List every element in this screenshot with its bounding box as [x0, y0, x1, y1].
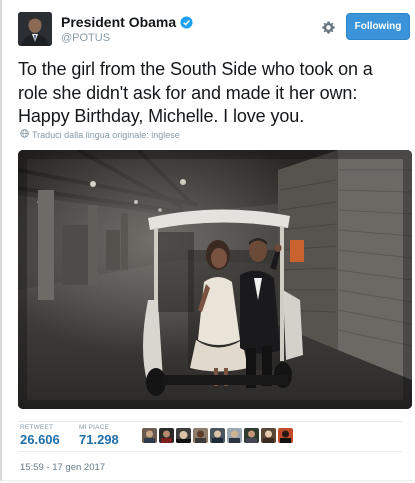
liker-avatar[interactable] [193, 428, 208, 443]
translate-link[interactable]: Traduci dalla lingua originale: inglese [20, 129, 180, 140]
globe-icon [20, 129, 29, 140]
tweet-card: President Obama @POTUS Following To the … [0, 0, 413, 481]
translate-label: Traduci dalla lingua originale: inglese [32, 129, 180, 140]
gear-icon[interactable] [321, 20, 336, 35]
liker-avatar[interactable] [176, 428, 191, 443]
liker-avatar[interactable] [142, 428, 157, 443]
retweet-count[interactable]: 26.606 [20, 432, 60, 447]
tweet-timestamp[interactable]: 15:59 - 17 gen 2017 [20, 462, 105, 473]
liker-avatar[interactable] [244, 428, 259, 443]
avatar[interactable] [18, 12, 52, 46]
user-name[interactable]: President Obama [61, 14, 176, 30]
likes-stat[interactable]: MI PIACE 71.298 [79, 424, 119, 447]
liker-avatar[interactable] [278, 428, 293, 443]
likes-label: MI PIACE [79, 424, 110, 431]
liker-avatars [142, 428, 293, 443]
likes-count[interactable]: 71.298 [79, 432, 119, 447]
verified-badge-icon [180, 15, 193, 29]
retweet-label: RETWEET [20, 424, 54, 431]
liker-avatar[interactable] [159, 428, 174, 443]
stats-divider-top [18, 421, 402, 422]
user-name-row[interactable]: President Obama [61, 14, 193, 30]
liker-avatar[interactable] [210, 428, 225, 443]
liker-avatar[interactable] [261, 428, 276, 443]
retweet-stat[interactable]: RETWEET 26.606 [20, 424, 60, 447]
tweet-text: To the girl from the South Side who took… [18, 59, 373, 126]
stats-divider-bottom [18, 451, 402, 452]
tweet-photo[interactable] [18, 150, 412, 409]
liker-avatar[interactable] [227, 428, 242, 443]
following-button[interactable]: Following [346, 13, 410, 40]
user-handle[interactable]: @POTUS [61, 32, 110, 44]
